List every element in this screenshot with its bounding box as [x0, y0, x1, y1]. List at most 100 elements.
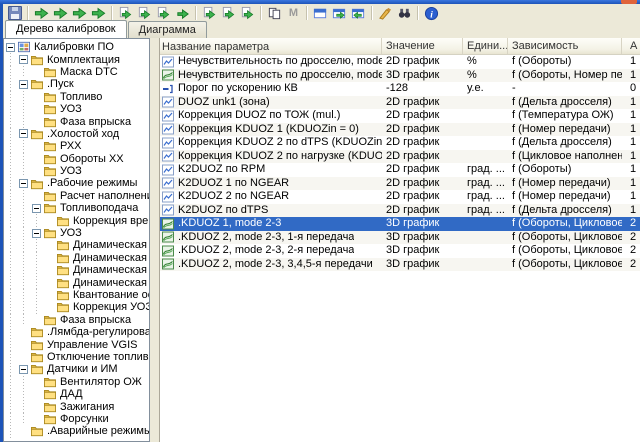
- doc-arrow-1-icon: [118, 6, 133, 21]
- tree-item[interactable]: .Лямбда-регулирование: [4, 326, 149, 338]
- parameter-row[interactable]: DUOZ unk1 (зона)2D графикf (Дельта дросс…: [160, 96, 640, 110]
- tree-collapse-button[interactable]: [4, 41, 17, 53]
- minus-expander-icon[interactable]: [19, 129, 28, 138]
- tree-collapse-button[interactable]: [17, 128, 30, 140]
- window-arrow-1-button[interactable]: [331, 5, 348, 21]
- save-button[interactable]: [6, 5, 23, 21]
- parameter-row[interactable]: .KDUOZ 1, mode 2-33D графикf (Обороты, Ц…: [160, 217, 640, 231]
- parameter-name-cell: Нечувствительность по дросселю, mode0 [1…: [160, 55, 382, 69]
- tab-diagram[interactable]: Диаграмма: [128, 21, 207, 38]
- clean-brush-button[interactable]: [377, 5, 394, 21]
- tree-item[interactable]: .Холостой ход: [4, 128, 149, 140]
- arrow-load-1-button[interactable]: [33, 5, 50, 21]
- window-plain-button[interactable]: [312, 5, 329, 21]
- column-header-0[interactable]: Название параметра: [160, 38, 382, 54]
- parameter-row[interactable]: .KDUOZ 2, mode 2-3, 2-я передача3D графи…: [160, 244, 640, 258]
- doc-arrow-3-button[interactable]: [155, 5, 172, 21]
- tree-item[interactable]: Коррекция УОЗ: [4, 301, 149, 313]
- tree-collapse-button[interactable]: [30, 202, 43, 214]
- tree-item[interactable]: РХХ: [4, 140, 149, 152]
- tree-item[interactable]: УОЗ: [4, 165, 149, 177]
- minus-expander-icon[interactable]: [6, 43, 15, 52]
- parameter-name: Нечувствительность по дросселю, mode0 [1…: [178, 55, 382, 69]
- pane-splitter[interactable]: [150, 38, 159, 442]
- tree-collapse-button[interactable]: [30, 227, 43, 239]
- column-header-3[interactable]: Зависимость: [508, 38, 622, 54]
- parameter-row[interactable]: Коррекция KDUOZ 2 по dTPS (KDUOZin = 0)2…: [160, 136, 640, 150]
- column-header-2[interactable]: Едини...: [463, 38, 508, 54]
- parameter-row[interactable]: Порог по ускорению КВ-128у.е.-0: [160, 82, 640, 96]
- parameter-row[interactable]: Коррекция DUOZ по ТОЖ (mul.)2D графикf (…: [160, 109, 640, 123]
- tree-item[interactable]: .Аварийные режимы: [4, 425, 149, 437]
- tree-item[interactable]: Топливоподача: [4, 202, 149, 214]
- arrow-load-3-button[interactable]: [71, 5, 88, 21]
- tree-collapse-button[interactable]: [17, 53, 30, 65]
- window-arrow-2-button[interactable]: [350, 5, 367, 21]
- tree-item[interactable]: Фаза впрыска: [4, 115, 149, 127]
- tree-collapse-button[interactable]: [17, 177, 30, 189]
- column-header-4[interactable]: А: [622, 38, 640, 54]
- tree-item[interactable]: Динамическая кор: [4, 239, 149, 251]
- copy-windows-button[interactable]: [266, 5, 283, 21]
- tree-item[interactable]: Отключение топливопод: [4, 351, 149, 363]
- tree-item[interactable]: ДАД: [4, 388, 149, 400]
- parameter-row[interactable]: .KDUOZ 2, mode 2-3, 1-я передача3D графи…: [160, 231, 640, 245]
- tree-item[interactable]: Коррекция времен: [4, 214, 149, 226]
- parameter-row[interactable]: K2DUOZ 2 по NGEAR2D графикград. ...f (Но…: [160, 190, 640, 204]
- parameter-row[interactable]: Нечувствительность по дросселю, mode0 [2…: [160, 69, 640, 83]
- arrow-load-2-button[interactable]: [52, 5, 69, 21]
- tree-item[interactable]: Квантование осей: [4, 289, 149, 301]
- parameter-value: 2D график: [382, 123, 463, 137]
- parameter-row[interactable]: K2DUOZ 1 по NGEAR2D графикград. ...f (Но…: [160, 177, 640, 191]
- doc-arrow-2-button[interactable]: [136, 5, 153, 21]
- buffer-arrow-3-button[interactable]: [239, 5, 256, 21]
- minus-expander-icon[interactable]: [19, 365, 28, 374]
- minus-expander-icon[interactable]: [19, 179, 28, 188]
- tree-item[interactable]: Топливо: [4, 91, 149, 103]
- tree-collapse-button[interactable]: [17, 363, 30, 375]
- tree-item[interactable]: УОЗ: [4, 103, 149, 115]
- column-header-1[interactable]: Значение: [382, 38, 463, 54]
- parameter-row[interactable]: Коррекция KDUOZ 2 по нагрузке (KDUOZin =…: [160, 150, 640, 164]
- tab-tree[interactable]: Дерево калибровок: [5, 20, 127, 38]
- parameter-row[interactable]: K2DUOZ по RPM2D графикград. ...f (Оборот…: [160, 163, 640, 177]
- tree-item[interactable]: Форсунки: [4, 413, 149, 425]
- tree-item[interactable]: Динамическая кор: [4, 264, 149, 276]
- tree-item[interactable]: Расчет наполнения: [4, 190, 149, 202]
- merge-disabled-button[interactable]: M: [285, 5, 302, 21]
- tree-item[interactable]: Обороты ХХ: [4, 153, 149, 165]
- folder-icon: [43, 66, 58, 78]
- parameter-row[interactable]: Коррекция KDUOZ 1 (KDUOZin = 0)2D график…: [160, 123, 640, 137]
- minus-expander-icon[interactable]: [32, 229, 41, 238]
- parameter-row[interactable]: Нечувствительность по дросселю, mode0 [1…: [160, 55, 640, 69]
- tree-item[interactable]: Маска DTC: [4, 66, 149, 78]
- parameter-units: [463, 150, 508, 164]
- info-button[interactable]: i: [423, 5, 440, 21]
- tree-item[interactable]: .Пуск: [4, 78, 149, 90]
- binoculars-button[interactable]: [396, 5, 413, 21]
- parameter-name-cell: Коррекция KDUOZ 1 (KDUOZin = 0): [160, 123, 382, 137]
- buffer-arrow-2-button[interactable]: [220, 5, 237, 21]
- buffer-arrow-1-button[interactable]: [201, 5, 218, 21]
- tree-item[interactable]: Зажигания: [4, 400, 149, 412]
- tree-item[interactable]: .Рабочие режимы: [4, 177, 149, 189]
- tree-collapse-button[interactable]: [17, 78, 30, 90]
- tree-item[interactable]: Калибровки ПО: [4, 41, 149, 53]
- chart3d-icon: [162, 231, 175, 243]
- minus-expander-icon[interactable]: [32, 204, 41, 213]
- tree-item[interactable]: Вентилятор ОЖ: [4, 376, 149, 388]
- tree-item[interactable]: Датчики и ИМ: [4, 363, 149, 375]
- tree-item[interactable]: УОЗ: [4, 227, 149, 239]
- parameter-row[interactable]: K2DUOZ по dTPS2D графикград. ...f (Дельт…: [160, 204, 640, 218]
- tree-item[interactable]: Комплектация: [4, 53, 149, 65]
- parameter-row[interactable]: .KDUOZ 2, mode 2-3, 3,4,5-я передачи3D г…: [160, 258, 640, 272]
- minus-expander-icon[interactable]: [19, 80, 28, 89]
- tree-item[interactable]: Динамическая кор: [4, 252, 149, 264]
- tree-item[interactable]: Динамическая кор: [4, 276, 149, 288]
- arrow-load-4-button[interactable]: [90, 5, 107, 21]
- doc-arrow-1-button[interactable]: [117, 5, 134, 21]
- arrow-small-button[interactable]: [174, 5, 191, 21]
- tree-item[interactable]: Фаза впрыска: [4, 314, 149, 326]
- minus-expander-icon[interactable]: [19, 55, 28, 64]
- tree-item[interactable]: Управление VGIS: [4, 338, 149, 350]
